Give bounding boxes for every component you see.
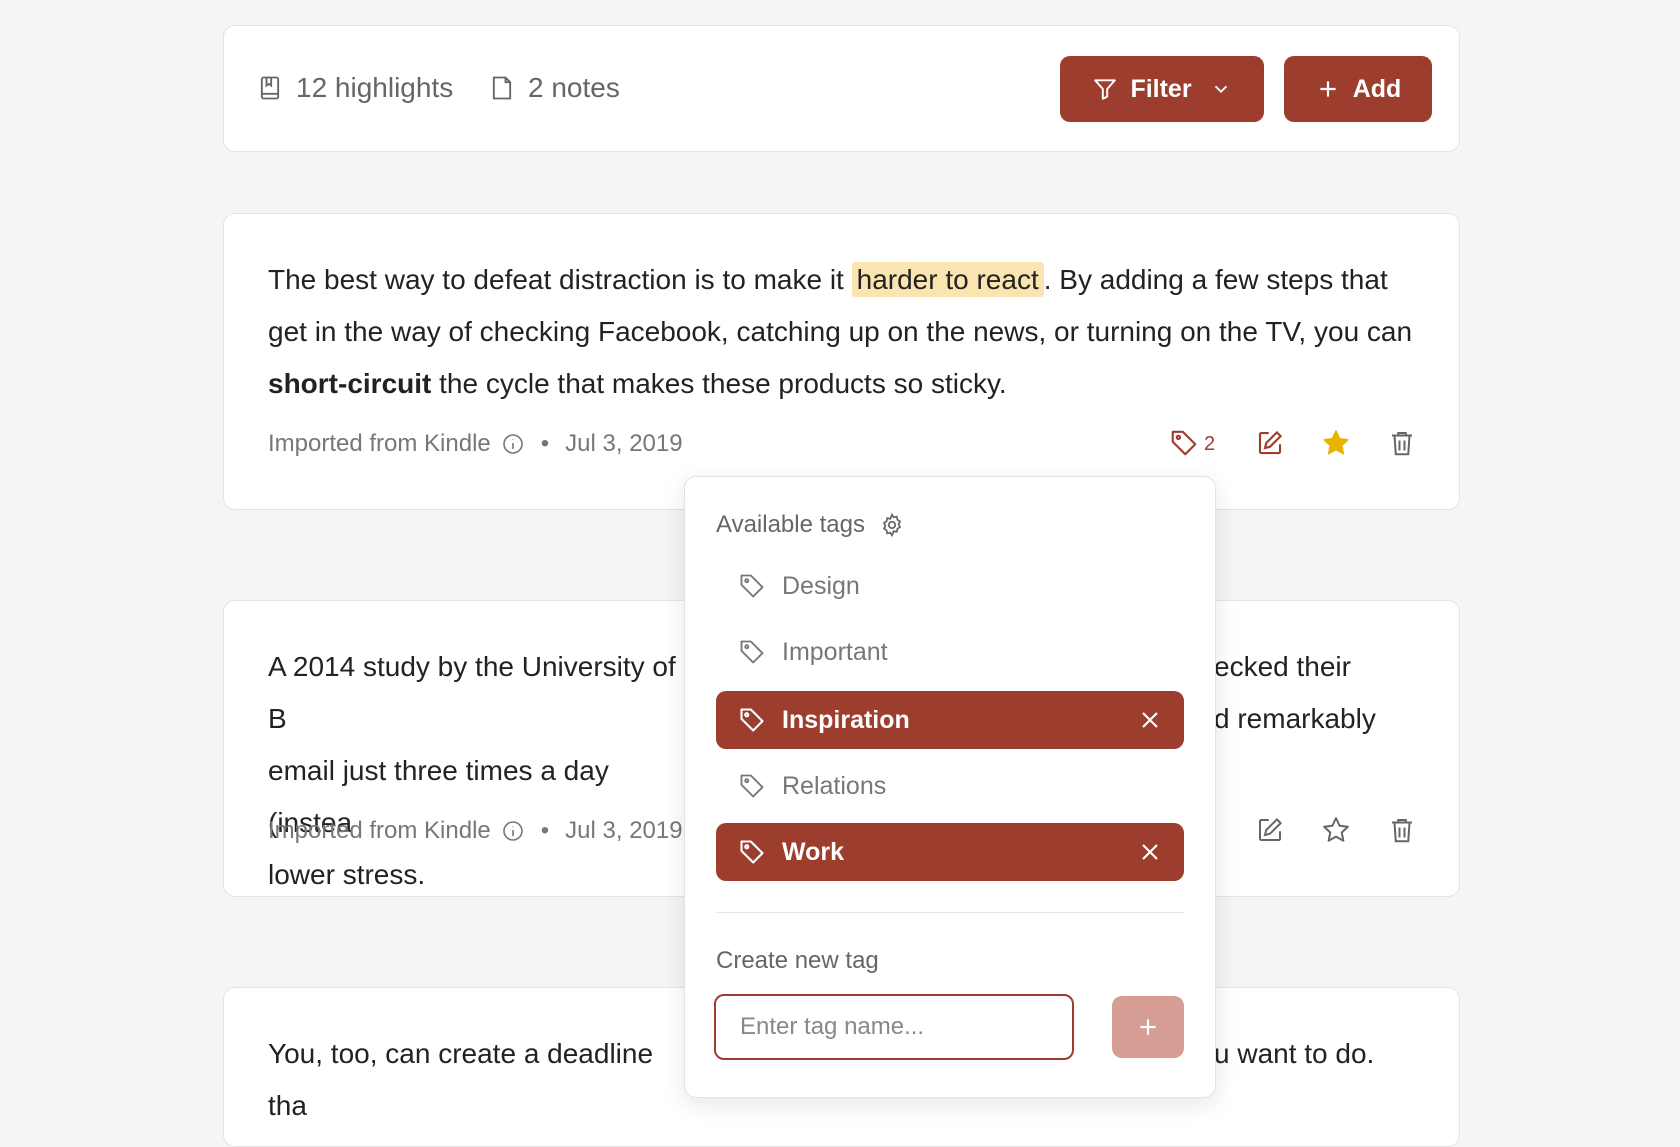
highlight-text-right: ecked their d remarkably (1214, 641, 1434, 745)
tag-icon (1171, 430, 1197, 456)
tag-label: Relations (782, 771, 887, 800)
funnel-icon (1094, 79, 1117, 100)
tag-option-relations[interactable]: Relations (716, 757, 1184, 815)
bold-phrase: short-circuit (268, 368, 432, 399)
delete-button[interactable] (1386, 427, 1418, 459)
trash-icon (1392, 432, 1412, 456)
text-line: You, too, can create a deadline tha (268, 1038, 654, 1121)
popover-header: Available tags (716, 511, 905, 539)
notes-count: 2 notes (488, 72, 620, 104)
notes-label: 2 notes (528, 72, 620, 103)
tag-option-work[interactable]: Work (716, 823, 1184, 881)
tag-icon (740, 708, 764, 732)
text-line: ecked their (1214, 651, 1351, 682)
trash-icon (1392, 819, 1412, 843)
date-label: Jul 3, 2019 (565, 430, 683, 457)
plus-icon (1140, 1019, 1156, 1035)
star-outline-icon (1323, 817, 1349, 842)
info-icon[interactable] (501, 819, 525, 843)
text-line: lower stress. (268, 859, 426, 890)
star-button[interactable] (1320, 427, 1352, 459)
edit-button[interactable] (1254, 814, 1286, 846)
text-line: A 2014 study by the University of B (268, 651, 676, 734)
star-filled-icon (1323, 430, 1349, 455)
source-label: Imported from Kindle (268, 430, 491, 457)
bookmark-book-icon (260, 76, 280, 100)
tags-popover: Available tags Design Important Inspirat… (684, 476, 1216, 1098)
source-label: Imported from Kindle (268, 817, 491, 844)
close-icon[interactable] (1138, 840, 1162, 864)
highlights-label: 12 highlights (296, 72, 454, 103)
close-icon[interactable] (1138, 708, 1162, 732)
highlighted-phrase: harder to react (851, 262, 1044, 297)
create-tag-button[interactable] (1112, 996, 1184, 1058)
popover-title: Available tags (716, 511, 865, 538)
highlight-text-left: You, too, can create a deadline tha (268, 1028, 688, 1132)
filter-button[interactable]: Filter (1060, 56, 1264, 122)
highlight-meta: Imported from Kindle • Jul 3, 2019 (268, 430, 683, 458)
tag-label: Important (782, 637, 888, 666)
tag-icon (740, 574, 764, 598)
filter-label: Filter (1130, 74, 1192, 103)
tag-option-design[interactable]: Design (716, 557, 1184, 615)
text-line: d remarkably (1214, 703, 1376, 734)
add-button[interactable]: Add (1284, 56, 1432, 122)
text-segment: The best way to defeat distraction is to… (268, 264, 852, 295)
date-label: Jul 3, 2019 (565, 817, 683, 844)
create-tag-label: Create new tag (716, 947, 879, 974)
tag-option-important[interactable]: Important (716, 623, 1184, 681)
tag-label: Inspiration (782, 705, 910, 734)
edit-icon (1258, 430, 1283, 455)
highlights-count: 12 highlights (256, 72, 453, 104)
add-label: Add (1352, 74, 1402, 103)
tag-icon (740, 840, 764, 864)
separator-dot: • (540, 817, 550, 844)
delete-button[interactable] (1386, 814, 1418, 846)
plus-icon (1320, 81, 1336, 97)
edit-icon (1259, 817, 1283, 841)
tag-icon (740, 640, 764, 664)
popover-divider (716, 912, 1184, 913)
tag-option-inspiration[interactable]: Inspiration (716, 691, 1184, 749)
tags-button[interactable] (1168, 427, 1200, 459)
star-button[interactable] (1320, 814, 1352, 846)
tag-label: Design (782, 571, 860, 600)
new-tag-input[interactable] (714, 994, 1074, 1060)
note-icon (492, 76, 512, 100)
tag-count: 2 (1204, 433, 1216, 455)
gear-icon[interactable] (879, 512, 905, 538)
highlight-text-left: A 2014 study by the University of B emai… (268, 641, 688, 901)
stats-toolbar: 12 highlights 2 notes Filter Add (223, 25, 1460, 152)
text-line: u want to do. (1214, 1038, 1375, 1069)
highlight-meta: Imported from Kindle • Jul 3, 2019 (268, 817, 683, 845)
tag-label: Work (782, 837, 845, 866)
highlight-text-right: u want to do. (1214, 1028, 1434, 1080)
info-icon[interactable] (501, 432, 525, 456)
chevron-down-icon (1214, 85, 1227, 94)
text-segment: the cycle that makes these products so s… (431, 368, 1007, 399)
highlight-text: The best way to defeat distraction is to… (268, 254, 1415, 410)
tag-icon (740, 774, 764, 798)
highlight-card: The best way to defeat distraction is to… (223, 213, 1460, 510)
edit-button[interactable] (1254, 427, 1286, 459)
separator-dot: • (540, 430, 550, 457)
